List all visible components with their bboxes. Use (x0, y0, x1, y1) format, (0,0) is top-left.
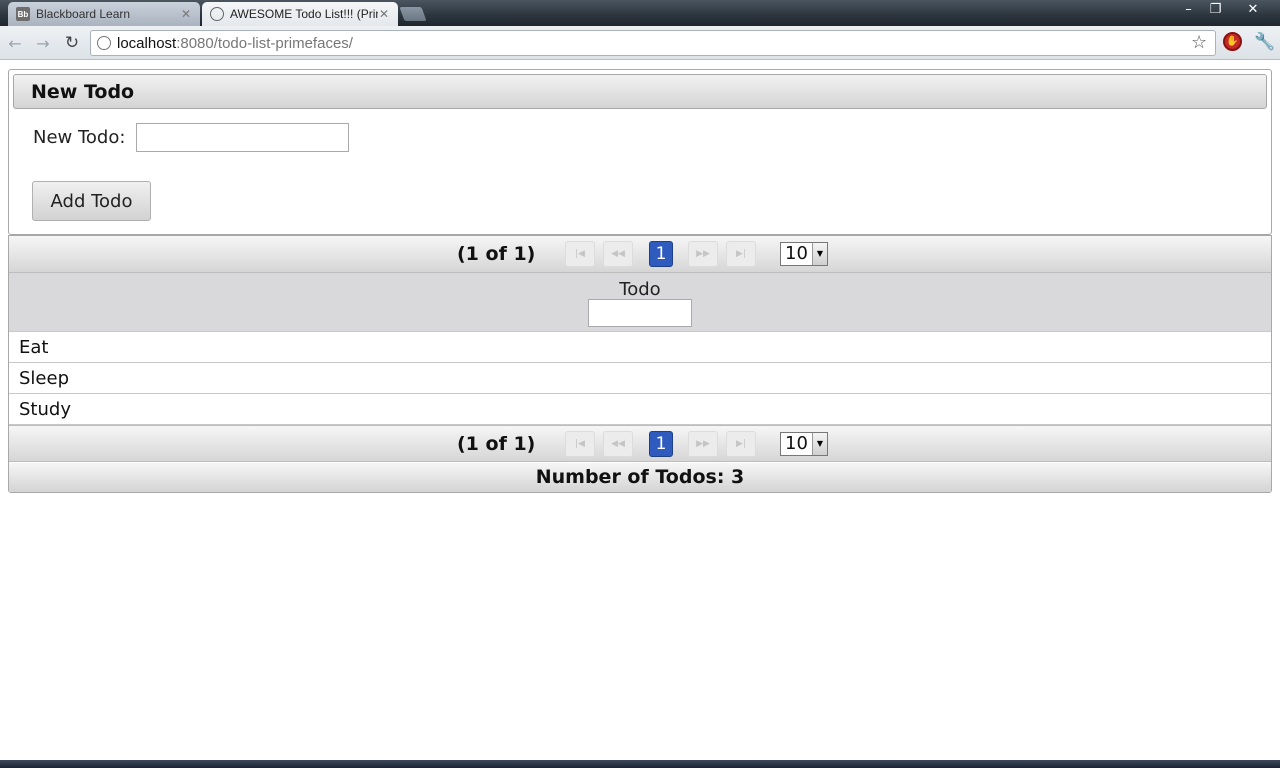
url-path: :8080/todo-list-primefaces/ (176, 34, 353, 52)
todo-filter-input[interactable] (588, 299, 692, 327)
globe-favicon-icon (210, 7, 224, 21)
page-report: (1 of 1) (457, 243, 536, 265)
first-page-icon[interactable]: |◀ (565, 431, 595, 457)
restore-icon[interactable]: ❐ (1203, 0, 1228, 18)
blackboard-favicon-icon: Bb (16, 7, 30, 21)
new-todo-input[interactable] (136, 123, 349, 152)
tab-close-icon[interactable]: ✕ (378, 7, 390, 21)
column-title: Todo (619, 279, 661, 300)
tab-title: AWESOME Todo List!!! (Prin (230, 7, 378, 21)
tab-close-icon[interactable]: ✕ (180, 7, 192, 21)
todo-column-header[interactable]: Todo (9, 273, 1271, 332)
back-arrow-icon[interactable]: ← (6, 34, 24, 53)
close-window-icon[interactable]: ✕ (1230, 0, 1276, 18)
tab-todo-list[interactable]: AWESOME Todo List!!! (Prin ✕ (202, 2, 398, 26)
forward-arrow-icon[interactable]: → (34, 34, 52, 53)
rows-per-page-value: 10 (785, 433, 808, 454)
paginator-bottom: (1 of 1) |◀ ◀◀ 1 ▶▶ ▶| 10 ▼ (9, 425, 1271, 462)
table-row[interactable]: Sleep (9, 363, 1271, 394)
new-tab-button[interactable] (399, 7, 427, 21)
last-page-icon[interactable]: ▶| (726, 431, 756, 457)
rows-per-page-select[interactable]: 10 ▼ (780, 432, 828, 456)
wrench-menu-icon[interactable]: 🔧 (1254, 32, 1275, 52)
tab-title: Blackboard Learn (36, 7, 131, 21)
prev-page-icon[interactable]: ◀◀ (603, 241, 633, 267)
next-page-icon[interactable]: ▶▶ (688, 241, 718, 267)
prev-page-icon[interactable]: ◀◀ (603, 431, 633, 457)
page-report: (1 of 1) (457, 433, 536, 455)
add-todo-button[interactable]: Add Todo (32, 181, 151, 221)
todo-datatable: (1 of 1) |◀ ◀◀ 1 ▶▶ ▶| 10 ▼ Todo Eat Sle… (8, 235, 1272, 493)
new-todo-panel: New Todo New Todo: Add Todo (8, 69, 1272, 235)
os-taskbar (0, 760, 1280, 768)
page-globe-icon (97, 36, 111, 50)
first-page-icon[interactable]: |◀ (565, 241, 595, 267)
url-host: localhost (117, 34, 177, 52)
todo-count-footer: Number of Todos: 3 (9, 463, 1271, 492)
table-row[interactable]: Study (9, 394, 1271, 425)
panel-title: New Todo (13, 74, 1267, 109)
reload-icon[interactable]: ↻ (63, 33, 81, 53)
paginator-top: (1 of 1) |◀ ◀◀ 1 ▶▶ ▶| 10 ▼ (9, 236, 1271, 273)
extension-stop-icon[interactable]: ✋ (1223, 32, 1242, 51)
page-number-button[interactable]: 1 (649, 431, 673, 457)
minimize-icon[interactable]: – (1176, 0, 1201, 18)
address-bar[interactable]: localhost:8080/todo-list-primefaces/ (90, 30, 1216, 56)
next-page-icon[interactable]: ▶▶ (688, 431, 718, 457)
browser-titlebar: Bb Blackboard Learn ✕ AWESOME Todo List!… (0, 0, 1280, 26)
new-todo-label: New Todo: (33, 127, 126, 148)
dropdown-arrow-icon: ▼ (812, 243, 827, 265)
bookmark-star-icon[interactable]: ☆ (1191, 32, 1207, 53)
tab-blackboard[interactable]: Bb Blackboard Learn ✕ (8, 2, 200, 26)
browser-toolbar: ← → ↻ localhost:8080/todo-list-primeface… (0, 26, 1280, 60)
page-number-button[interactable]: 1 (649, 241, 673, 267)
rows-per-page-select[interactable]: 10 ▼ (780, 242, 828, 266)
dropdown-arrow-icon: ▼ (812, 433, 827, 455)
table-row[interactable]: Eat (9, 332, 1271, 363)
rows-per-page-value: 10 (785, 243, 808, 264)
last-page-icon[interactable]: ▶| (726, 241, 756, 267)
